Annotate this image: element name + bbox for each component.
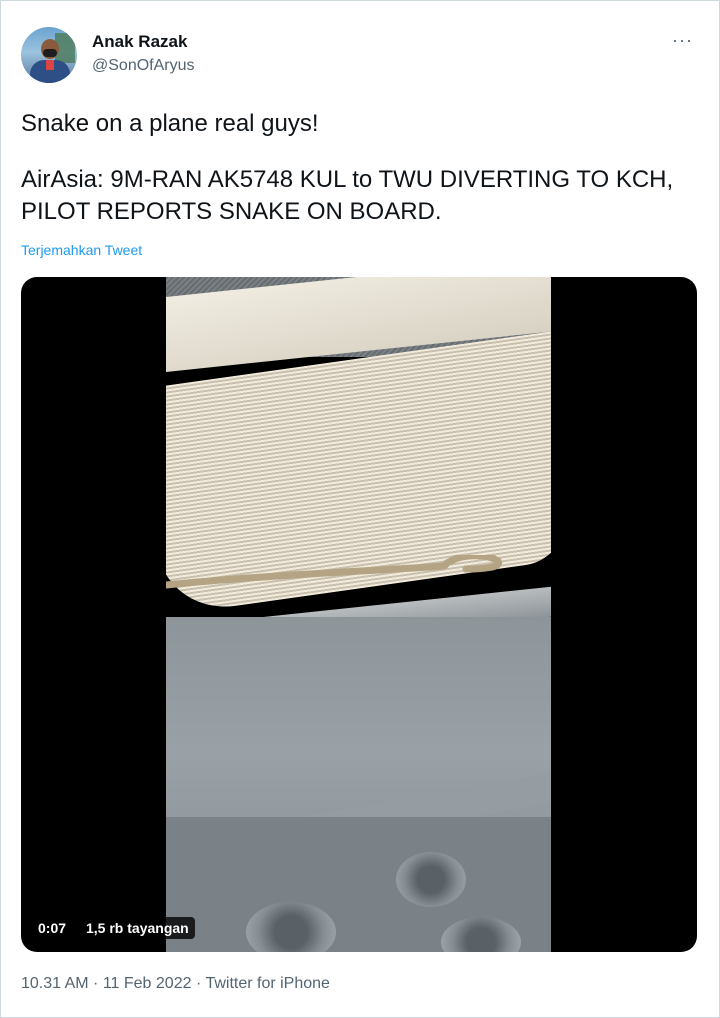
- user-display-name[interactable]: Anak Razak: [92, 31, 187, 53]
- meta-separator: ·: [88, 975, 103, 992]
- tweet-time[interactable]: 10.31 AM: [21, 975, 89, 992]
- video-duration-badge: 0:07: [32, 917, 73, 939]
- tweet-metadata: 10.31 AM · 11 Feb 2022 · Twitter for iPh…: [21, 974, 330, 994]
- more-options-icon[interactable]: ···: [672, 30, 693, 50]
- tweet-text-line-2: AirAsia: 9M-RAN AK5748 KUL to TWU DIVERT…: [21, 166, 674, 225]
- avatar[interactable]: [21, 27, 77, 83]
- tweet-source[interactable]: Twitter for iPhone: [205, 975, 330, 992]
- user-handle[interactable]: @SonOfAryus: [92, 55, 195, 77]
- avatar-collar: [46, 60, 54, 70]
- video-frame: [166, 277, 551, 952]
- tweet-date[interactable]: 11 Feb 2022: [103, 975, 192, 992]
- tweet-text: Snake on a plane real guys! AirAsia: 9M-…: [21, 108, 701, 228]
- video-view-count-badge: 1,5 rb tayangan: [80, 917, 195, 939]
- meta-separator: ·: [191, 975, 206, 992]
- air-vent-icon: [396, 852, 466, 907]
- tweet-text-line-1: Snake on a plane real guys!: [21, 110, 319, 137]
- translate-tweet-link[interactable]: Terjemahkan Tweet: [21, 242, 142, 258]
- tweet-video[interactable]: [21, 277, 697, 952]
- avatar-mask: [43, 49, 57, 57]
